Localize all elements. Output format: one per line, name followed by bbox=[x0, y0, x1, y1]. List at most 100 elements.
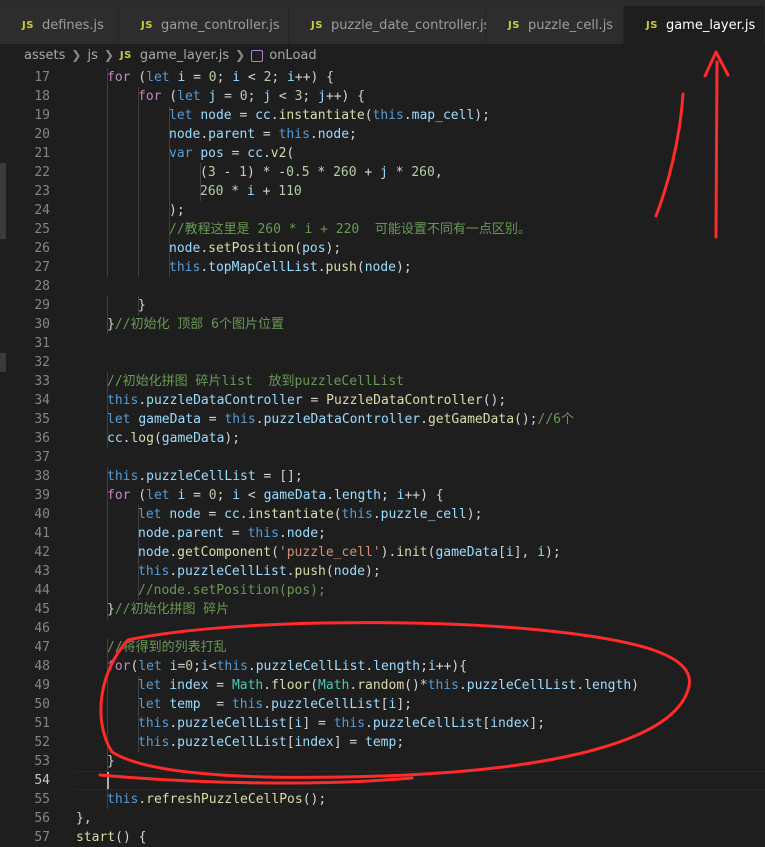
code-token: puzzleDataController bbox=[263, 412, 421, 427]
code-token: . bbox=[200, 127, 209, 142]
code-token: = bbox=[200, 697, 232, 712]
code-line[interactable]: 37 bbox=[0, 448, 765, 467]
code-line[interactable]: 39 for (let i = 0; i < gameData.length; i… bbox=[0, 486, 765, 505]
code-token: 1 bbox=[239, 165, 247, 180]
code-line[interactable]: 54 bbox=[0, 771, 765, 790]
code-text: this.puzzleDataController = PuzzleDataCo… bbox=[107, 391, 506, 410]
code-line[interactable]: 27 this.topMapCellList.push(node); bbox=[0, 258, 765, 277]
code-token: log bbox=[130, 431, 154, 446]
code-line[interactable]: 44 //node.setPosition(pos); bbox=[0, 581, 765, 600]
code-token: ; bbox=[216, 488, 233, 503]
code-token: ( bbox=[310, 678, 319, 693]
code-token: i bbox=[537, 545, 546, 560]
code-line[interactable]: 28 bbox=[0, 277, 765, 296]
code-token: + bbox=[356, 165, 381, 180]
code-line[interactable]: 56}, bbox=[0, 809, 765, 828]
code-line[interactable]: 50 let temp = this.puzzleCellList[i]; bbox=[0, 695, 765, 714]
code-token: ++) { bbox=[325, 89, 366, 104]
tab-defines-js[interactable]: JS defines.js bbox=[0, 6, 119, 44]
indent-guide bbox=[138, 144, 139, 163]
code-token: Math bbox=[231, 678, 264, 693]
code-token: ], bbox=[513, 545, 538, 560]
indent-guide bbox=[107, 125, 108, 144]
indent-guide bbox=[138, 220, 139, 239]
code-text: }, bbox=[76, 809, 92, 828]
tab-puzzle_date_controller-js[interactable]: JS puzzle_date_controller.js bbox=[289, 6, 490, 44]
code-token: puzzleCellList bbox=[177, 564, 287, 579]
code-line[interactable]: 17 for (let i = 0; i < 2; i++) { bbox=[0, 68, 765, 87]
code-token: - bbox=[215, 165, 240, 180]
code-line[interactable]: 48 for(let i=0;i<this.puzzleCellList.leng… bbox=[0, 657, 765, 676]
code-line[interactable]: 26 node.setPosition(pos); bbox=[0, 239, 765, 258]
breadcrumb-item-js[interactable]: js bbox=[87, 48, 97, 63]
code-token: cc bbox=[107, 431, 123, 446]
code-line[interactable]: 52 this.puzzleCellList[index] = temp; bbox=[0, 733, 765, 752]
code-token: ); bbox=[365, 564, 381, 579]
code-line[interactable]: 25 //教程这里是 260 * i + 220 可能设置不同有一点区别。 bbox=[0, 220, 765, 239]
code-line[interactable]: 18 for (let j = 0; j < 3; j++) { bbox=[0, 87, 765, 106]
breadcrumb-item-file[interactable]: game_layer.js bbox=[140, 48, 229, 63]
code-line[interactable]: 23 260 * i + 110 bbox=[0, 182, 765, 201]
line-number: 49 bbox=[34, 678, 50, 693]
code-token: . bbox=[169, 545, 178, 560]
code-line[interactable]: 22 (3 - 1) * -0.5 * 260 + j * 260, bbox=[0, 163, 765, 182]
code-line[interactable]: 41 node.parent = this.node; bbox=[0, 524, 765, 543]
code-line[interactable]: 51 this.puzzleCellList[i] = this.puzzleCe… bbox=[0, 714, 765, 733]
code-line[interactable]: 43 this.puzzleCellList.push(node); bbox=[0, 562, 765, 581]
code-token: ; bbox=[318, 526, 326, 541]
code-token: parent bbox=[208, 127, 256, 142]
text-cursor bbox=[107, 772, 109, 789]
code-text: let index = Math.floor(Math.random()*thi… bbox=[138, 676, 639, 695]
code-line[interactable]: 33 //初始化拼图 碎片list 放到puzzleCellList bbox=[0, 372, 765, 391]
code-line[interactable]: 46 bbox=[0, 619, 765, 638]
code-line[interactable]: 53} bbox=[0, 752, 765, 771]
breadcrumb-item-symbol[interactable]: onLoad bbox=[269, 48, 316, 63]
code-token: . bbox=[200, 260, 209, 275]
code-token: 110 bbox=[278, 184, 302, 199]
line-number: 43 bbox=[34, 564, 50, 579]
code-text: this.puzzleCellList[i] = this.puzzleCell… bbox=[138, 714, 545, 733]
code-line[interactable]: 29} bbox=[0, 296, 765, 315]
code-line[interactable]: 32 bbox=[0, 353, 765, 372]
code-line[interactable]: 42 node.getComponent('puzzle_cell').init(… bbox=[0, 543, 765, 562]
code-token: ]; bbox=[396, 697, 412, 712]
code-token: i bbox=[505, 545, 514, 560]
code-line[interactable]: 55 this.refreshPuzzleCellPos(); bbox=[0, 790, 765, 809]
code-token: . bbox=[365, 716, 373, 731]
code-line[interactable]: 31 bbox=[0, 334, 765, 353]
indent-guide bbox=[138, 163, 139, 182]
code-token: node bbox=[138, 545, 170, 560]
code-text: } bbox=[107, 752, 115, 771]
code-line[interactable]: 36 cc.log(gameData); bbox=[0, 429, 765, 448]
line-number: 52 bbox=[34, 735, 50, 750]
line-number: 18 bbox=[34, 89, 50, 104]
code-line[interactable]: 49 let index = Math.floor(Math.random()*t… bbox=[0, 676, 765, 695]
code-token: ( bbox=[286, 146, 295, 161]
code-line[interactable]: 38 this.puzzleCellList = []; bbox=[0, 467, 765, 486]
code-token: cc bbox=[247, 146, 263, 161]
code-text: }//初始化 顶部 6个图片位置 bbox=[107, 315, 284, 334]
code-line[interactable]: 35 let gameData = this.puzzleDataControll… bbox=[0, 410, 765, 429]
code-line[interactable]: 45}//初始化拼图 碎片 bbox=[0, 600, 765, 619]
tab-puzzle_cell-js[interactable]: JS puzzle_cell.js bbox=[486, 6, 624, 44]
code-line[interactable]: 20 node.parent = this.node; bbox=[0, 125, 765, 144]
indent-guide bbox=[138, 201, 139, 220]
code-line[interactable]: 21 var pos = cc.v2( bbox=[0, 144, 765, 163]
breadcrumb-item-assets[interactable]: assets bbox=[24, 48, 65, 63]
code-line[interactable]: 57 start() { bbox=[0, 828, 765, 847]
code-line[interactable]: 34 this.puzzleDataController = PuzzleData… bbox=[0, 391, 765, 410]
code-line[interactable]: 47 //将得到的列表打乱 bbox=[0, 638, 765, 657]
line-number: 44 bbox=[34, 583, 50, 598]
code-line[interactable]: 24); bbox=[0, 201, 765, 220]
code-token: (); bbox=[482, 393, 507, 408]
tab-game_layer-js[interactable]: JS game_layer.js bbox=[624, 6, 765, 44]
line-number: 37 bbox=[34, 450, 50, 465]
tab-game_controller-js[interactable]: JS game_controller.js bbox=[119, 6, 289, 44]
code-token: 260 bbox=[200, 184, 224, 199]
code-line[interactable]: 19 let node = cc.instantiate(this.map_cel… bbox=[0, 106, 765, 125]
code-line[interactable]: 40 let node = cc.instantiate(this.puzzle_… bbox=[0, 505, 765, 524]
code-text: let node = cc.instantiate(this.puzzle_ce… bbox=[138, 505, 482, 524]
code-line[interactable]: 30}//初始化 顶部 6个图片位置 bbox=[0, 315, 765, 334]
code-editor[interactable]: 17 for (let i = 0; i < 2; i++) {18 for (le… bbox=[0, 66, 765, 845]
code-token: ( bbox=[153, 431, 162, 446]
